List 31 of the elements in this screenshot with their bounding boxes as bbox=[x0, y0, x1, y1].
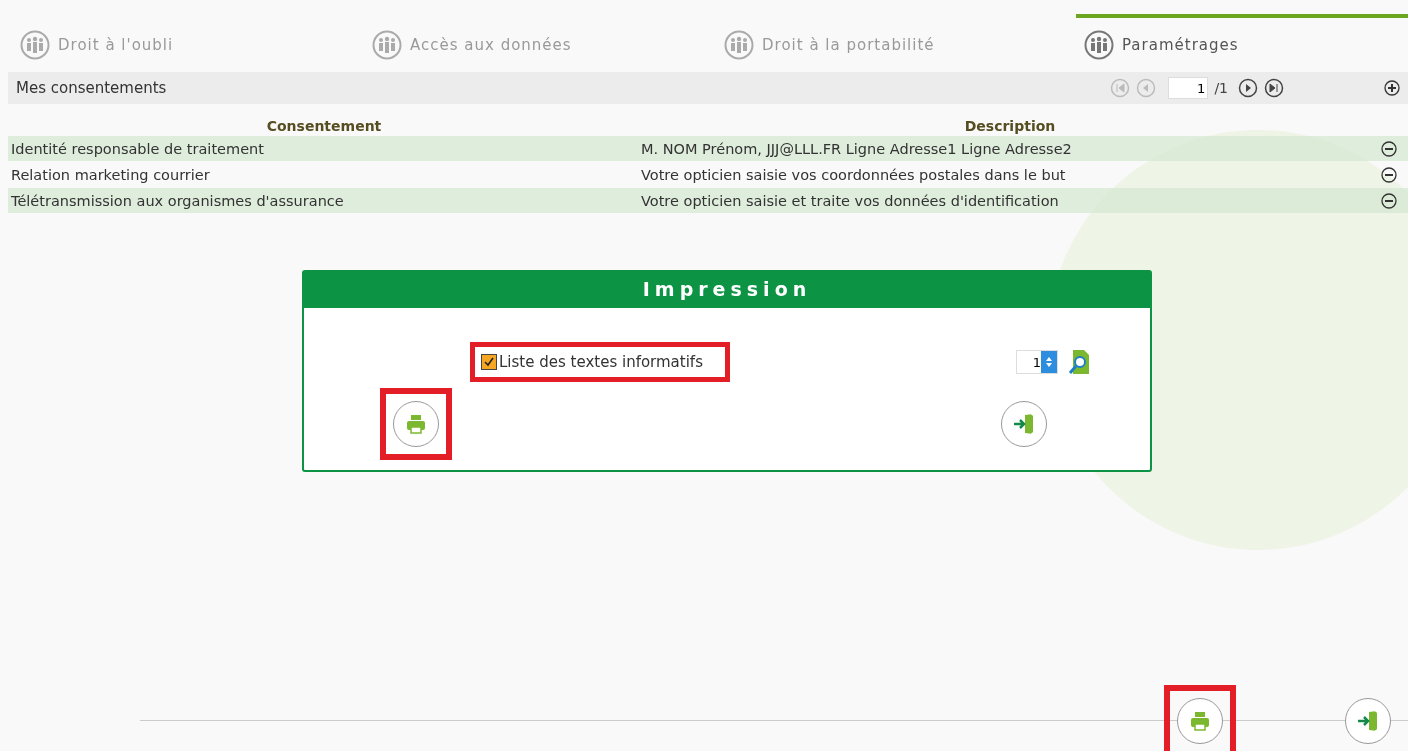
checkbox-option[interactable]: Liste des textes informatifs bbox=[470, 342, 730, 382]
section-title: Mes consentements bbox=[16, 79, 168, 97]
column-header: Description bbox=[963, 118, 1057, 134]
dialog-title: Impression bbox=[304, 272, 1150, 308]
table-cell-text: Identité responsable de traitement bbox=[11, 140, 265, 157]
print-button[interactable] bbox=[1164, 685, 1236, 751]
people-icon bbox=[1084, 30, 1114, 60]
table-row[interactable]: Télétransmission aux organismes d'assurance Votre opticien saisie et traite vos données d'identification bbox=[8, 188, 1408, 213]
document-preview-icon[interactable] bbox=[1068, 349, 1090, 375]
remove-icon[interactable] bbox=[1381, 192, 1397, 209]
people-icon bbox=[724, 30, 754, 60]
table-row[interactable]: Identité responsable de traitement M. NOM Prénom, JJJ@LLL.FR Ligne Adresse1 Ligne Adresse2 bbox=[8, 136, 1408, 161]
table-cell-text: Relation marketing courrier bbox=[11, 166, 211, 183]
people-icon bbox=[372, 30, 402, 60]
last-page-icon[interactable] bbox=[1264, 78, 1284, 98]
people-icon bbox=[20, 30, 50, 60]
table-cell-text: M. NOM Prénom, JJJ@LLL.FR Ligne Adresse1 Ligne Adresse2 bbox=[641, 140, 1073, 157]
table-cell-text: Votre opticien saisie et traite vos données d'identification bbox=[641, 192, 1060, 209]
remove-icon[interactable] bbox=[1381, 140, 1397, 157]
page-number-field[interactable]: 1 bbox=[1168, 77, 1209, 99]
checkbox[interactable] bbox=[481, 354, 497, 370]
page-total: /1 bbox=[1214, 80, 1228, 96]
add-icon[interactable] bbox=[1384, 80, 1400, 96]
table-cell-text: Télétransmission aux organismes d'assurance bbox=[11, 192, 345, 209]
next-page-icon[interactable] bbox=[1238, 78, 1258, 98]
table-cell-text: Votre opticien saisie vos coordonnées postales dans le but bbox=[641, 166, 1067, 183]
table-row[interactable]: Relation marketing courrier Votre opticien saisie vos coordonnées postales dans le but bbox=[8, 162, 1408, 187]
column-header: Consentement bbox=[265, 118, 383, 134]
remove-icon[interactable] bbox=[1381, 166, 1397, 183]
copies-spinner[interactable]: 1 bbox=[1016, 350, 1058, 374]
print-button[interactable] bbox=[380, 388, 452, 460]
